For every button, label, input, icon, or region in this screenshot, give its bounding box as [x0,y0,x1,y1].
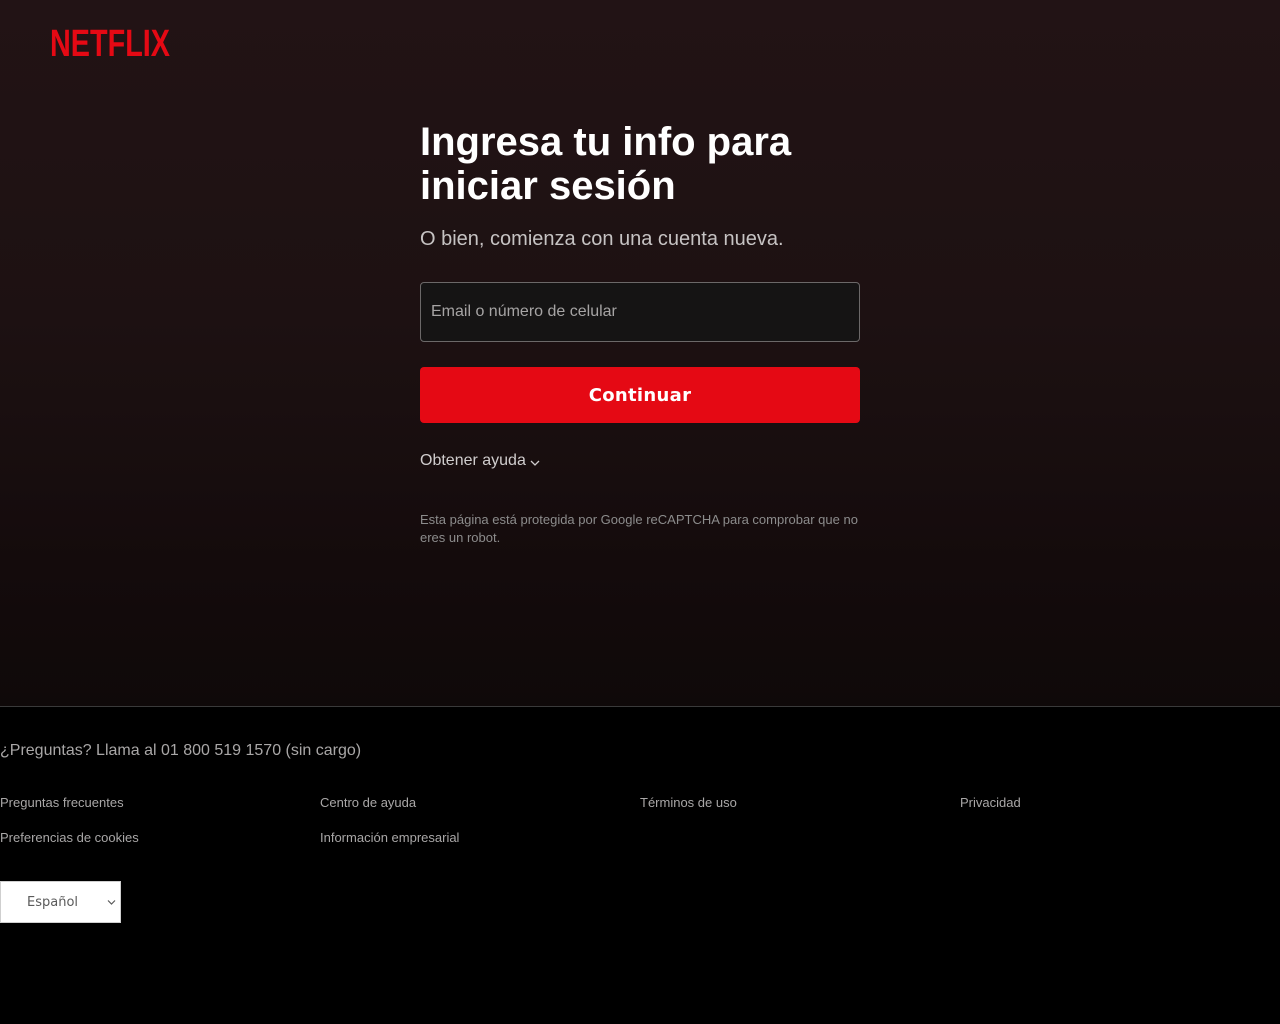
page-title: Ingresa tu info para iniciar sesión [420,120,792,208]
footer-link-faq[interactable]: Preguntas frecuentes [0,795,124,811]
get-help-toggle[interactable]: Obtener ayuda [420,451,540,471]
footer-link-terms[interactable]: Términos de uso [640,795,737,811]
chevron-down-icon [530,460,540,466]
netflix-logo[interactable]: NETFLIX [50,24,172,62]
chevron-down-icon [107,900,116,905]
footer-link-cookie-preferences[interactable]: Preferencias de cookies [0,830,139,846]
netflix-logo-icon: NETFLIX [50,24,170,62]
email-field[interactable] [421,283,859,341]
continue-button[interactable]: Continuar [420,367,860,423]
footer-link-help-center[interactable]: Centro de ayuda [320,795,416,811]
login-form: Ingresa tu info para iniciar sesión O bi… [420,120,860,547]
footer-link-privacy[interactable]: Privacidad [960,795,1021,811]
language-select-value: Español [27,895,79,910]
login-page: NETFLIX Ingresa tu info para iniciar ses… [0,0,1280,1024]
hero-background: NETFLIX Ingresa tu info para iniciar ses… [0,0,1280,706]
get-help-label: Obtener ayuda [420,452,526,469]
recaptcha-notice: Esta página está protegida por Google re… [420,512,858,545]
email-field-container [420,282,860,342]
page-subtitle: O bien, comienza con una cuenta nueva. [420,228,784,250]
footer-link-corporate-info[interactable]: Información empresarial [320,830,459,846]
svg-text:NETFLIX: NETFLIX [50,24,170,62]
language-select[interactable]: Español [0,881,121,923]
footer: ¿Preguntas? Llama al 01 800 519 1570 (si… [0,706,1280,1024]
footer-phone-text: ¿Preguntas? Llama al 01 800 519 1570 (si… [0,742,362,759]
